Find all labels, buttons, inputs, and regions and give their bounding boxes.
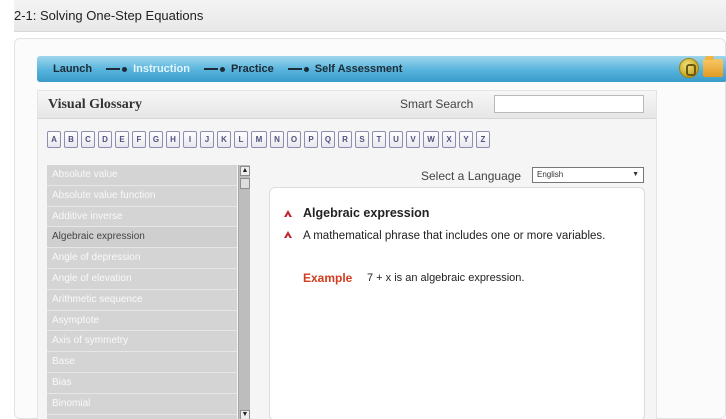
glossary-term-item[interactable]: Asymptote: [47, 311, 237, 332]
scroll-thumb[interactable]: [240, 178, 250, 189]
smart-search-label: Smart Search: [400, 97, 474, 111]
letter-button-x[interactable]: X: [442, 131, 456, 148]
glossary-term-list: Absolute value Absolute value function Add…: [47, 165, 237, 419]
nav-connector: [287, 68, 302, 70]
nav-practice-label: Practice: [230, 63, 274, 75]
nav-dot-icon: [303, 66, 309, 72]
glossary-term-item[interactable]: Absolute value: [47, 165, 237, 186]
glossary-term-item[interactable]: Base: [47, 352, 237, 373]
nav-instruction-label: Instruction: [133, 63, 190, 75]
definition-panel: Algebraic expression A mathematical phra…: [269, 187, 645, 419]
nav-icon-group: [679, 56, 723, 78]
letter-button-m[interactable]: M: [251, 131, 267, 148]
term-list-scrollbar[interactable]: ▲ ▼: [238, 165, 250, 419]
nav-self-assessment-label: Self Assessment: [314, 63, 403, 75]
folder-icon[interactable]: [703, 56, 723, 77]
language-value: English: [537, 170, 564, 179]
glossary-term-item[interactable]: Additive inverse: [47, 207, 237, 228]
content-frame: Launch Instruction Practice Self Assessm…: [14, 38, 726, 419]
language-label: Select a Language: [421, 169, 522, 183]
letter-button-i[interactable]: I: [183, 131, 197, 148]
nav-launch-label: Launch: [53, 63, 93, 75]
glossary-header: Visual Glossary Smart Search: [38, 91, 656, 119]
visual-glossary-panel: Visual Glossary Smart Search ABCDEFGHIJK…: [37, 90, 657, 419]
glossary-title: Visual Glossary: [48, 97, 142, 112]
glossary-term-item[interactable]: Axis of symmetry: [47, 331, 237, 353]
definition-text: A mathematical phrase that includes one …: [303, 230, 606, 242]
letter-button-e[interactable]: E: [115, 131, 129, 148]
glossary-term-item[interactable]: Bias: [47, 373, 237, 394]
letter-button-o[interactable]: O: [287, 131, 301, 148]
letter-button-r[interactable]: R: [338, 131, 352, 148]
nav-instruction[interactable]: Instruction: [106, 63, 190, 75]
glossary-term-item[interactable]: Angle of elevation: [47, 269, 237, 290]
chevron-down-icon: ▼: [632, 171, 639, 178]
glossary-term-item[interactable]: Bivariate: [47, 415, 237, 419]
letter-button-a[interactable]: A: [47, 131, 61, 148]
glossary-term-item[interactable]: Binomial: [47, 394, 237, 415]
glossary-term-item[interactable]: Absolute value function: [47, 186, 237, 207]
letter-button-u[interactable]: U: [389, 131, 403, 148]
nav-dot-icon: [122, 66, 128, 72]
letter-button-j[interactable]: J: [200, 131, 214, 148]
nav-connector: [203, 68, 218, 70]
scroll-down-arrow-icon[interactable]: ▼: [240, 410, 250, 419]
letter-button-p[interactable]: P: [304, 131, 318, 148]
glossary-term-item[interactable]: Algebraic expression: [47, 227, 237, 249]
lesson-navigation-bar: Launch Instruction Practice Self Assessm…: [37, 56, 726, 82]
letter-button-d[interactable]: D: [98, 131, 112, 148]
example-text: 7 + x is an algebraic expression.: [367, 272, 525, 284]
scroll-up-arrow-icon[interactable]: ▲: [240, 166, 250, 176]
smart-search-input[interactable]: [494, 95, 644, 113]
definition-term: Algebraic expression: [303, 206, 430, 220]
glossary-term-item[interactable]: Arithmetic sequence: [47, 290, 237, 311]
letter-button-b[interactable]: B: [64, 131, 78, 148]
letter-button-n[interactable]: N: [270, 131, 284, 148]
definition-bullet-icon: [284, 231, 292, 238]
nav-connector: [106, 68, 121, 70]
nav-practice[interactable]: Practice: [203, 63, 274, 75]
window-title-bar: 2-1: Solving One-Step Equations: [14, 0, 726, 32]
example-label: Example: [303, 271, 353, 285]
letter-button-s[interactable]: S: [355, 131, 369, 148]
letter-button-l[interactable]: L: [234, 131, 248, 148]
window-title: 2-1: Solving One-Step Equations: [14, 8, 204, 23]
letter-button-f[interactable]: F: [132, 131, 146, 148]
letter-button-y[interactable]: Y: [459, 131, 473, 148]
glossary-term-item[interactable]: Angle of depression: [47, 248, 237, 269]
alphabet-filter: ABCDEFGHIJKLMNOPQRSTUVWXYZ: [47, 131, 490, 148]
language-select[interactable]: English ▼: [532, 167, 644, 183]
lock-icon[interactable]: [679, 58, 699, 78]
letter-button-v[interactable]: V: [406, 131, 420, 148]
letter-button-k[interactable]: K: [217, 131, 231, 148]
nav-dot-icon: [219, 66, 225, 72]
letter-button-w[interactable]: W: [423, 131, 439, 148]
nav-self-assessment[interactable]: Self Assessment: [287, 63, 403, 75]
nav-launch[interactable]: Launch: [53, 63, 92, 75]
letter-button-h[interactable]: H: [166, 131, 180, 148]
letter-button-g[interactable]: G: [149, 131, 163, 148]
letter-button-z[interactable]: Z: [476, 131, 490, 148]
letter-button-t[interactable]: T: [372, 131, 386, 148]
letter-button-q[interactable]: Q: [321, 131, 335, 148]
term-bullet-icon: [284, 210, 292, 217]
letter-button-c[interactable]: C: [81, 131, 95, 148]
